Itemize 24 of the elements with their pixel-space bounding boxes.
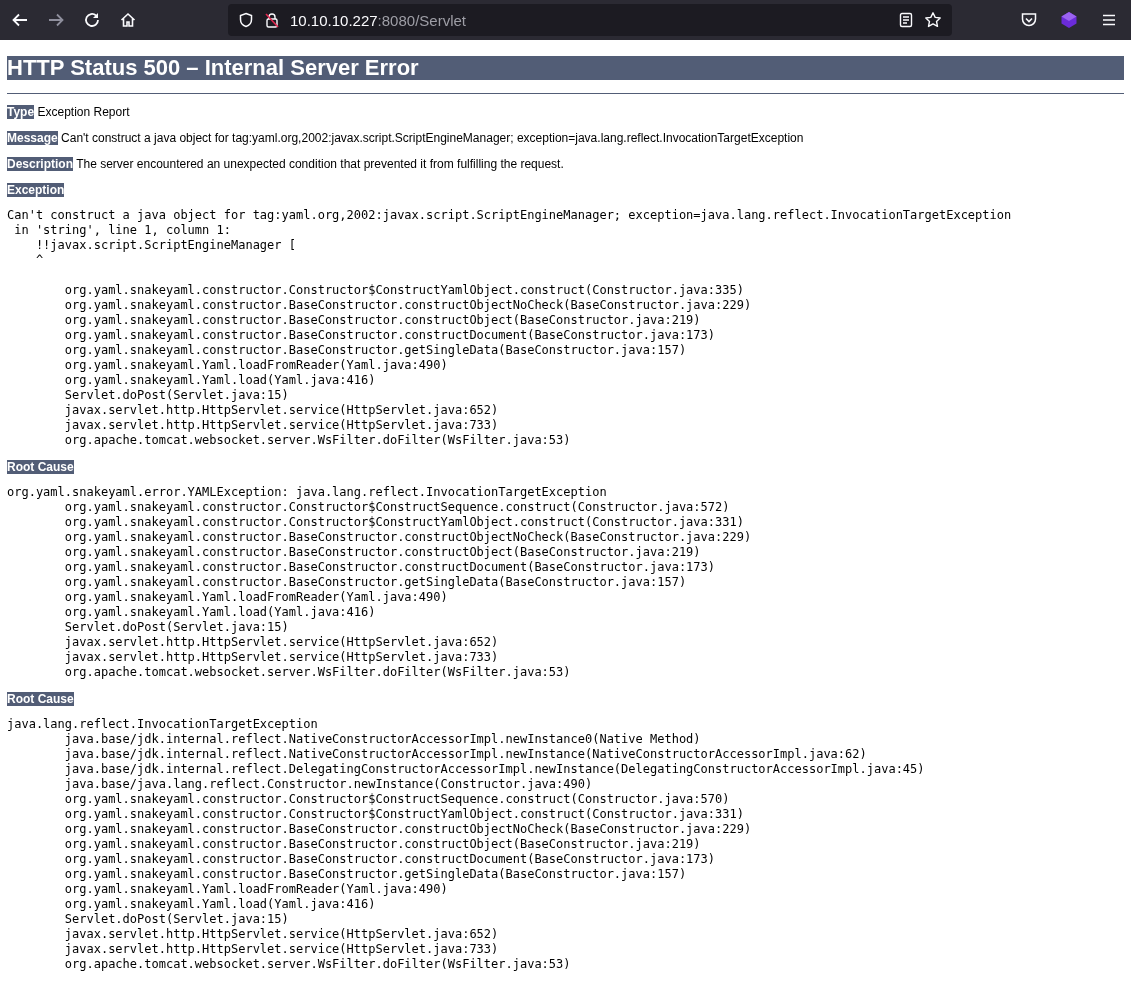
field-label: Message — [7, 131, 58, 145]
home-icon[interactable] — [119, 11, 137, 29]
field-label: Root Cause — [7, 692, 74, 706]
pocket-icon[interactable] — [1020, 11, 1038, 29]
field-value: The server encountered an unexpected condition that prevented it from fulfilling the request. — [76, 157, 564, 171]
page-heading: HTTP Status 500 – Internal Server Error — [7, 56, 1124, 80]
stack-trace: java.lang.reflect.InvocationTargetException java.base/jdk.internal.reflect.NativeConstructorAccessorImpl.newInstance0(Native Method) java.base/jdk.internal.reflect.NativeConstructorAccessorImpl.newInstance(NativeConstructorAccessorImpl.java:62) java.base/jdk.internal.reflect.DelegatingConstructorAccessorImpl.newInstance(DelegatingConstructorAccessorImpl.java:45) java.base/java.lang.reflect.Constructor.newInstance(Constructor.java:490) org.yaml.snakeyaml.constructor.Constructor$ConstructSequence.construct(Constructor.java:570) org.yaml.snakeyaml.constructor.Constructor$ConstructYamlObject.construct(Constructor.java:331) org.yaml.snakeyaml.constructor.BaseConstructor.constructObjectNoCheck(BaseConstructor.java:229) org.yaml.snakeyaml.constructor.BaseConstructor.constructObject(BaseConstructor.java:219) org.yaml.snakeyaml.constructor.BaseConstructor.constructDocument(BaseConstructor.java:173) org.yaml.snakeyaml.constructor.BaseConstructor.getSingleData(BaseConstructor.java:157) org.yaml.snakeyaml.Yaml.loadFromReader(Yaml.java:490) org.yaml.snakeyaml.Yaml.load(Yaml.java:416) Servlet.doPost(Servlet.java:15) javax.servlet.http.HttpServlet.service(HttpServlet.java:652) javax.servlet.http.HttpServlet.service(HttpServlet.java:733) org.apache.tomcat.websocket.server.WsFilter.doFilter(WsFilter.java:53) — [7, 717, 926, 972]
stack-trace: org.yaml.snakeyaml.error.YAMLException: java.lang.reflect.InvocationTargetException org.yaml.snakeyaml.constructor.Constructor$ConstructSequence.construct(Constructor.java:572) org.yaml.snakeyaml.constructor.Constructor$ConstructYamlObject.construct(Constructor.java:331) org.yaml.snakeyaml.constructor.BaseConstructor.constructObjectNoCheck(BaseConstructor.java:229) org.yaml.snakeyaml.constructor.BaseConstructor.constructObject(BaseConstructor.java:219) org.yaml.snakeyaml.constructor.BaseConstructor.constructDocument(BaseConstructor.java:173) org.yaml.snakeyaml.constructor.BaseConstructor.getSingleData(BaseConstructor.java:157) org.yaml.snakeyaml.Yaml.loadFromReader(Yaml.java:490) org.yaml.snakeyaml.Yaml.load(Yaml.java:416) Servlet.doPost(Servlet.java:15) javax.servlet.http.HttpServlet.service(HttpServlet.java:652) javax.servlet.http.HttpServlet.service(HttpServlet.java:733) org.apache.tomcat.websocket.server.WsFilter.doFilter(WsFilter.java:53) — [7, 485, 753, 680]
cube-icon[interactable] — [1060, 11, 1078, 29]
reader-view-icon[interactable] — [898, 12, 914, 28]
field-label: Root Cause — [7, 460, 74, 474]
address-bar[interactable]: 10.10.10.227:8080/Servlet — [228, 4, 952, 36]
url-text: 10.10.10.227:8080/Servlet — [290, 11, 466, 29]
back-icon[interactable] — [11, 11, 29, 29]
stack-trace: Can't construct a java object for tag:yaml.org,2002:javax.script.ScriptEngineManager; exception=java.lang.reflect.InvocationTargetException in 'string', line 1, column 1: !!javax.script.ScriptEngineManager [ ^ org.yaml.snakeyaml.constructor.Constructor$ConstructYamlObject.construct(Constructor.java:335) org.yaml.snakeyaml.constructor.BaseConstructor.constructObjectNoCheck(BaseConstructor.java:229) org.yaml.snakeyaml.constructor.BaseConstructor.constructObject(BaseConstructor.java:219) org.yaml.snakeyaml.constructor.BaseConstructor.constructDocument(BaseConstructor.java:173) org.yaml.snakeyaml.constructor.BaseConstructor.getSingleData(BaseConstructor.java:157) org.yaml.snakeyaml.Yaml.loadFromReader(Yaml.java:490) org.yaml.snakeyaml.Yaml.load(Yaml.java:416) Servlet.doPost(Servlet.java:15) javax.servlet.http.HttpServlet.service(HttpServlet.java:652) javax.servlet.http.HttpServlet.service(HttpServlet.java:733) org.apache.tomcat.websocket.server.WsFilter.doFilter(WsFilter.java:53) — [7, 208, 1013, 448]
shield-icon[interactable] — [238, 12, 254, 28]
insecure-lock-icon[interactable] — [264, 12, 280, 28]
field-value: Can't construct a java object for tag:yaml.org,2002:javax.script.ScriptEngineManager; exception=java.lang.reflect.InvocationTargetException — [61, 131, 804, 145]
reload-icon[interactable] — [83, 11, 101, 29]
field-label: Exception — [7, 183, 65, 197]
field-label: Description — [7, 157, 73, 171]
star-icon[interactable] — [924, 11, 942, 29]
field-value: Exception Report — [37, 105, 130, 119]
field-label: Type — [7, 105, 35, 119]
